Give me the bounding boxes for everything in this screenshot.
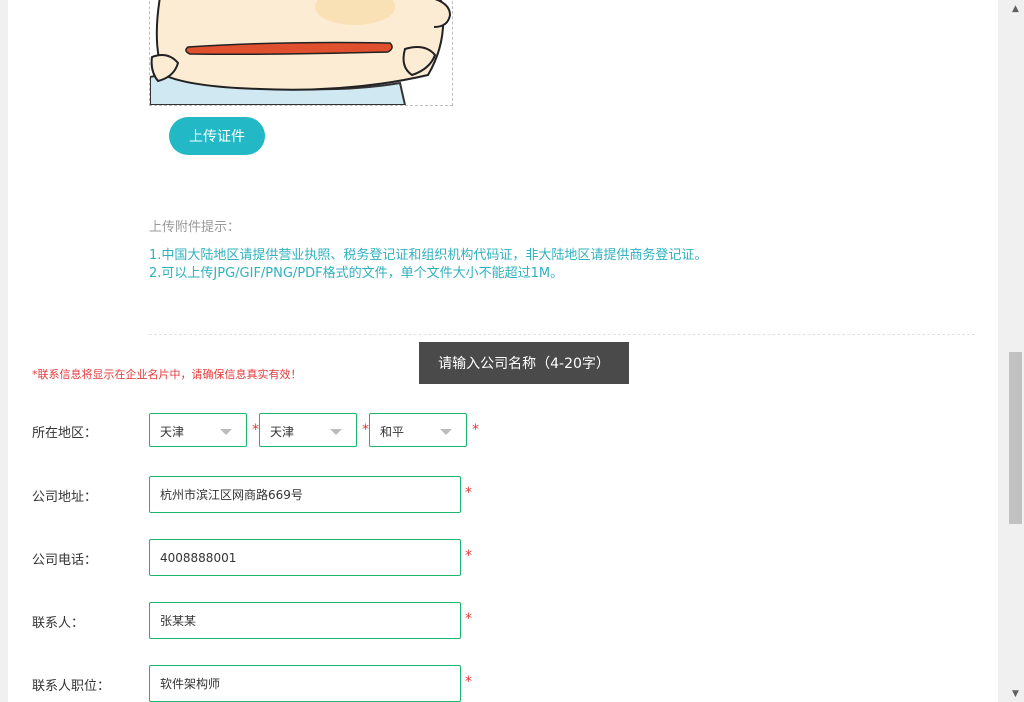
- scroll-up-icon[interactable]: ▲: [1007, 0, 1024, 17]
- required-mark: *: [465, 548, 472, 564]
- required-mark: *: [362, 422, 369, 438]
- province-select[interactable]: 天津: [149, 413, 247, 447]
- required-mark: *: [465, 485, 472, 501]
- address-label: 公司地址：: [32, 490, 98, 505]
- district-select[interactable]: 和平: [369, 413, 467, 447]
- position-label: 联系人职位：: [32, 679, 111, 694]
- region-label: 所在地区：: [32, 426, 98, 441]
- scrollbar-thumb[interactable]: [1009, 352, 1022, 524]
- certificate-preview-image: [149, 0, 453, 106]
- required-mark: *: [472, 422, 479, 438]
- required-mark: *: [465, 674, 472, 690]
- required-mark: *: [465, 611, 472, 627]
- required-mark: *: [252, 422, 259, 438]
- address-field[interactable]: [149, 476, 461, 513]
- chevron-down-icon: [440, 429, 452, 435]
- phone-label: 公司电话：: [32, 553, 98, 568]
- contact-label: 联系人：: [32, 616, 85, 631]
- province-select-value: 天津: [160, 425, 185, 439]
- chevron-down-icon: [220, 429, 232, 435]
- district-select-value: 和平: [380, 425, 405, 439]
- upload-tips-title: 上传附件提示：: [149, 220, 241, 235]
- upload-certificate-button[interactable]: 上传证件: [169, 117, 265, 155]
- city-select[interactable]: 天津: [259, 413, 357, 447]
- section-divider: [149, 334, 975, 335]
- cartoon-face-image: [150, 0, 452, 105]
- contact-info-notice: *联系信息将显示在企业名片中，请确保信息真实有效！: [32, 368, 302, 381]
- upload-tip-line: 1.中国大陆地区请提供营业执照、税务登记证和组织机构代码证，非大陆地区请提供商务…: [149, 248, 708, 263]
- company-name-tooltip: 请输入公司名称（4-20字）: [419, 342, 629, 384]
- vertical-scrollbar[interactable]: ▲ ▼: [1007, 0, 1024, 702]
- contact-name-field[interactable]: [149, 602, 461, 639]
- page: 上传证件 上传附件提示： 1.中国大陆地区请提供营业执照、税务登记证和组织机构代…: [8, 0, 998, 702]
- chevron-down-icon: [330, 429, 342, 435]
- scroll-down-icon[interactable]: ▼: [1007, 685, 1024, 702]
- upload-tip-line: 2.可以上传JPG/GIF/PNG/PDF格式的文件，单个文件大小不能超过1M。: [149, 266, 564, 281]
- contact-position-field[interactable]: [149, 665, 461, 702]
- city-select-value: 天津: [270, 425, 295, 439]
- phone-field[interactable]: [149, 539, 461, 576]
